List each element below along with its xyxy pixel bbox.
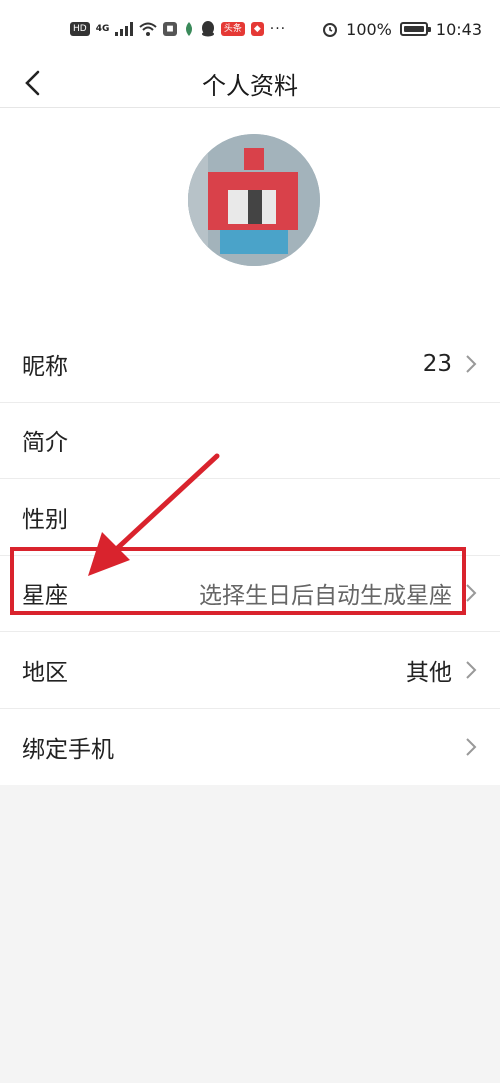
battery-percent: 100% [346, 19, 392, 39]
chevron-right-icon [464, 660, 478, 680]
alarm-icon [323, 23, 338, 37]
row-label: 简介 [22, 430, 68, 457]
row-gender[interactable]: 性别 [0, 479, 500, 556]
row-constellation[interactable]: 星座 选择生日后自动生成星座 [0, 556, 500, 632]
more-dots-icon: ··· [269, 21, 287, 37]
network-badge: 4G [95, 24, 110, 34]
status-icons-right: 100% 10:43 [322, 20, 482, 39]
row-intro[interactable]: 简介 [0, 403, 500, 479]
qq-icon [201, 21, 214, 37]
battery-icon [399, 22, 431, 36]
avatar[interactable] [188, 134, 320, 266]
constellation-hint: 选择生日后自动生成星座 [199, 583, 452, 610]
chevron-right-icon [464, 354, 478, 374]
leaf-icon [185, 22, 192, 36]
hd-badge: HD [70, 22, 90, 36]
toutiao-icon: 头条 [220, 22, 245, 36]
row-label: 地区 [22, 659, 68, 686]
row-nickname[interactable]: 昵称 23 [0, 326, 500, 403]
nav-bar: 个人资料 [0, 58, 500, 108]
chevron-right-icon [464, 583, 478, 603]
status-icons-left: HD 4G ◼ 头条 ◆ ··· [70, 21, 286, 37]
row-label: 昵称 [22, 353, 68, 380]
page-title: 个人资料 [202, 72, 298, 100]
row-label: 绑定手机 [22, 736, 114, 763]
signal-icon [115, 22, 134, 36]
wifi-icon [139, 22, 158, 36]
region-value: 其他 [406, 659, 452, 686]
row-label: 星座 [22, 583, 68, 610]
row-bind-phone[interactable]: 绑定手机 [0, 709, 500, 786]
row-region[interactable]: 地区 其他 [0, 632, 500, 709]
status-bar: HD 4G ◼ 头条 ◆ ··· 100% 10:43 [0, 0, 500, 58]
avatar-image [188, 134, 320, 266]
nickname-value: 23 [422, 350, 452, 377]
chevron-right-icon [464, 737, 478, 757]
profile-list: 昵称 23 简介 性别 星座 选择生日后自动生成星座 地区 其他 绑定手机 [0, 326, 500, 785]
app-red-icon: ◆ [250, 22, 264, 36]
avatar-section [0, 108, 500, 326]
row-label: 性别 [22, 506, 68, 533]
clock: 10:43 [435, 19, 482, 39]
app-icon: ◼ [163, 22, 177, 36]
